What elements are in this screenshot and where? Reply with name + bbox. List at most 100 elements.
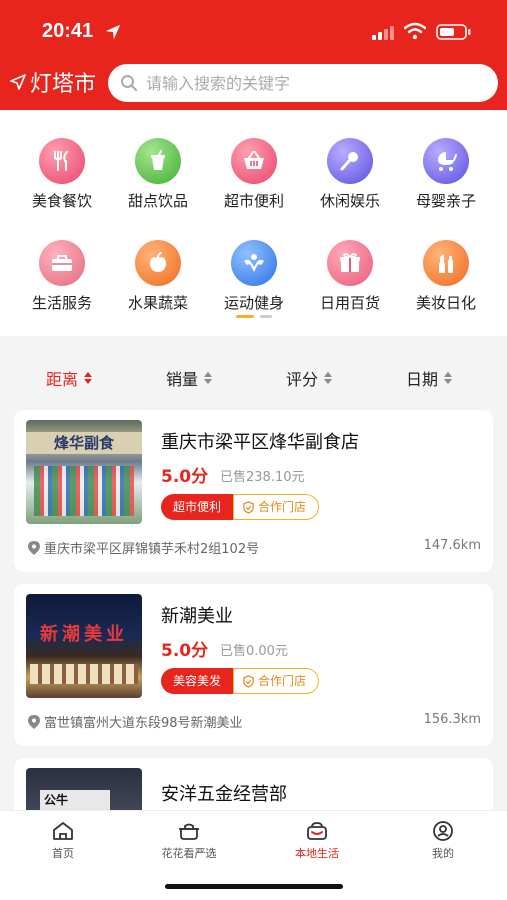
- category-label: 日用百货: [319, 294, 380, 312]
- tab-selection[interactable]: 花花看严选: [134, 819, 244, 861]
- location-arrow-icon: [105, 24, 121, 40]
- category-services[interactable]: 生活服务: [17, 240, 107, 313]
- sort-label: 评分: [286, 370, 319, 389]
- store-window: [30, 664, 138, 684]
- sort-arrows-icon: [444, 372, 453, 384]
- category-label: 运动健身: [223, 294, 284, 312]
- profile-icon: [433, 821, 453, 841]
- category-entertainment[interactable]: 休闲娱乐: [305, 138, 395, 211]
- page-indicator: [236, 315, 276, 319]
- sort-distance[interactable]: 距离: [46, 366, 93, 390]
- store-sold: 已售238.10元: [220, 470, 305, 485]
- category-label: 生活服务: [31, 294, 92, 312]
- gift-icon: [327, 240, 373, 286]
- cellular-signal-icon: [372, 26, 394, 40]
- category-tag: 超市便利: [161, 494, 234, 520]
- tab-profile[interactable]: 我的: [388, 819, 498, 861]
- category-label: 超市便利: [223, 192, 284, 210]
- store-name: 新潮美业: [161, 606, 233, 627]
- store-tags: 超市便利 合作门店: [161, 494, 320, 520]
- tab-label: 花花看严选: [161, 847, 217, 860]
- store-address: 重庆市梁平区屏锦镇芋禾村2组102号: [28, 538, 259, 557]
- store-distance: 156.3km: [423, 712, 481, 727]
- tab-home[interactable]: 首页: [8, 819, 118, 861]
- category-drinks[interactable]: 甜点饮品: [113, 138, 203, 211]
- sort-arrows-icon: [84, 372, 93, 384]
- page-dot-active: [236, 315, 254, 318]
- store-distance: 147.6km: [423, 538, 481, 553]
- store-image[interactable]: 烽华副食: [26, 420, 142, 524]
- store-tags: 美容美发 合作门店: [161, 668, 320, 694]
- category-food[interactable]: 美食餐饮: [17, 138, 107, 211]
- address-text: 重庆市梁平区屏锦镇芋禾村2组102号: [44, 542, 260, 557]
- map-pin-icon: [28, 540, 40, 555]
- sort-arrows-icon: [324, 372, 333, 384]
- address-text: 富世镇富州大道东段98号新潮美业: [44, 716, 243, 731]
- toolbox-icon: [39, 240, 85, 286]
- wifi-icon: [404, 22, 426, 40]
- sort-label: 距离: [46, 370, 79, 389]
- sort-date[interactable]: 日期: [406, 366, 453, 390]
- home-icon: [53, 822, 73, 840]
- store-address: 富世镇富州大道东段98号新潮美业: [28, 712, 243, 731]
- fitness-icon: [231, 240, 277, 286]
- category-label: 休闲娱乐: [319, 192, 380, 210]
- city-name: 灯塔市: [30, 72, 97, 97]
- apple-icon: [135, 240, 181, 286]
- sort-label: 日期: [406, 370, 439, 389]
- store-card[interactable]: 新潮美业 新潮美业 5.0分 已售0.00元 美容美发 合作门店 富世镇富州大道…: [14, 584, 493, 746]
- category-supermarket[interactable]: 超市便利: [209, 138, 299, 211]
- store-rating: 5.0分: [161, 467, 209, 487]
- store-card[interactable]: 公牛 安洋五金经营部: [14, 758, 493, 818]
- microphone-icon: [327, 138, 373, 184]
- tab-label: 本地生活: [295, 847, 339, 860]
- partner-tag: 合作门店: [233, 668, 320, 694]
- status-bar: 20:41: [0, 14, 507, 50]
- pot-icon: [179, 823, 199, 840]
- store-shelves: [34, 466, 134, 516]
- category-tag: 美容美发: [161, 668, 234, 694]
- location-pointer-icon: [10, 74, 26, 90]
- tab-local-life[interactable]: 本地生活: [262, 819, 372, 861]
- tab-label: 首页: [52, 847, 74, 860]
- local-life-icon: [307, 822, 327, 840]
- tab-label: 我的: [432, 847, 454, 860]
- store-sign: 烽华副食: [26, 432, 142, 454]
- store-image[interactable]: 新潮美业: [26, 594, 142, 698]
- partner-tag: 合作门店: [233, 494, 320, 520]
- sort-bar: 距离 销量 评分 日期: [0, 360, 507, 396]
- category-grid: 美食餐饮 甜点饮品 超市便利 休闲娱乐 母婴亲子 生活服务 水果蔬菜 运动健身 …: [0, 110, 507, 336]
- store-name: 重庆市梁平区烽华副食店: [161, 432, 359, 453]
- map-pin-icon: [28, 714, 40, 729]
- store-sold: 已售0.00元: [220, 644, 288, 659]
- basket-icon: [231, 138, 277, 184]
- status-time: 20:41: [42, 20, 94, 42]
- category-label: 母婴亲子: [415, 192, 476, 210]
- drink-cup-icon: [135, 138, 181, 184]
- city-selector[interactable]: 灯塔市: [10, 66, 96, 98]
- search-bar[interactable]: [108, 64, 498, 102]
- header: 20:41 灯塔市: [0, 0, 507, 110]
- category-label: 甜点饮品: [127, 192, 188, 210]
- home-indicator: [165, 884, 343, 889]
- partner-tag-label: 合作门店: [258, 499, 307, 514]
- category-cosmetics[interactable]: 美妆日化: [401, 240, 491, 313]
- category-label: 美食餐饮: [31, 192, 92, 210]
- sort-rating[interactable]: 评分: [286, 366, 333, 390]
- store-card[interactable]: 烽华副食 重庆市梁平区烽华副食店 5.0分 已售238.10元 超市便利 合作门…: [14, 410, 493, 572]
- category-fitness[interactable]: 运动健身: [209, 240, 299, 313]
- shield-check-icon: [243, 674, 254, 688]
- search-icon: [121, 75, 137, 91]
- category-fruits[interactable]: 水果蔬菜: [113, 240, 203, 313]
- search-input[interactable]: [146, 73, 466, 93]
- category-label: 水果蔬菜: [127, 294, 188, 312]
- category-mother-baby[interactable]: 母婴亲子: [401, 138, 491, 211]
- sort-label: 销量: [166, 370, 199, 389]
- store-sign: 公牛: [40, 790, 110, 810]
- category-daily-goods[interactable]: 日用百货: [305, 240, 395, 313]
- store-name: 安洋五金经营部: [161, 784, 287, 805]
- sort-sales[interactable]: 销量: [166, 366, 213, 390]
- store-sign: 新潮美业: [40, 624, 128, 645]
- fork-knife-icon: [39, 138, 85, 184]
- shield-check-icon: [243, 500, 254, 514]
